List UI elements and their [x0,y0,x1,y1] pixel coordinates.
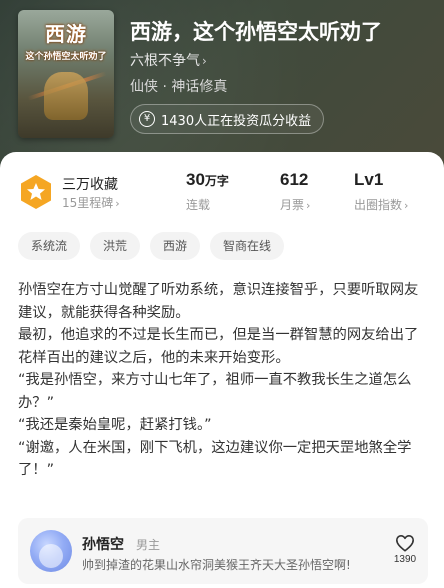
milestone-label: 15里程碑 [62,196,114,210]
tag-item[interactable]: 西游 [150,232,201,260]
monthly-ticket-label: 月票 [280,198,305,212]
avatar [30,530,72,572]
monthly-ticket-stat[interactable]: 612 月票 › [280,170,310,213]
book-title: 西游，这个孙悟空太听劝了 [130,20,382,44]
synopsis-paragraph: “谢邀，人在米国，刚下飞机，这边建议你一定把天罡地煞全学了！” [18,439,412,479]
cover-title: 西游 这个孙悟空太听劝了 [18,18,114,62]
monthly-ticket-value: 612 [280,170,309,189]
tag-item[interactable]: 系统流 [18,232,81,260]
author-link[interactable]: 六根不争气 › [130,50,207,70]
chevron-right-icon: › [115,197,120,210]
milestone-link[interactable]: 15里程碑 › [62,194,120,211]
book-cover[interactable]: 西游 这个孙悟空太听劝了 [18,10,114,138]
influence-level-label: 出圈指数 [354,198,403,212]
word-count-stat: 30万字 连载 [186,170,229,213]
collect-count: 三万收藏 [62,177,118,193]
book-synopsis[interactable]: 孙悟空在方寸山觉醒了听劝系统，意识连接智乎，只要听取网友建议，就能获得各种奖励。… [18,279,428,482]
author-name: 六根不争气 [130,53,200,69]
invest-text: 1430人正在投资瓜分收益 [161,113,312,129]
influence-level-stat[interactable]: Lv1 出圈指数 › [354,170,408,213]
character-role: 男主 [136,538,161,552]
like-count: 1390 [393,554,417,565]
chevron-right-icon: › [404,199,409,212]
influence-level-value: Lv1 [354,170,384,189]
book-detail-sheet: 三万收藏 15里程碑 › 30万字 连载 612 月票 › Lv1 出圈指数 › 系统… [0,152,444,588]
star-hexagon-icon [18,174,54,210]
character-card[interactable]: 孙悟空 男主 帅到掉渣的花果山水帘洞美猴王齐天大圣孙悟空啊! 1390 [18,518,428,584]
cover-title-line1: 西游 [45,22,87,46]
heart-outline-icon [396,534,414,552]
invest-button[interactable]: ¥ 1430人正在投资瓜分收益 [130,104,325,134]
book-genre: 仙侠 · 神话修真 [130,79,228,95]
character-description: 帅到掉渣的花果山水帘洞美猴王齐天大圣孙悟空啊! [82,558,351,572]
synopsis-paragraph: 最初，他追求的不过是长生而已，但是当一群智慧的网友给出了花样百出的建议之后，他的… [18,327,419,366]
synopsis-paragraph: “我是孙悟空，来方寸山七年了，祖师一直不教我长生之道怎么办？” [18,372,412,411]
tag-item[interactable]: 智商在线 [210,232,285,260]
tag-item[interactable]: 洪荒 [90,232,141,260]
word-count-unit: 万字 [204,174,229,188]
stats-row: 三万收藏 15里程碑 › 30万字 连载 612 月票 › Lv1 出圈指数 › [18,170,428,214]
word-count-value: 30 [186,170,205,189]
synopsis-paragraph: 孙悟空在方寸山觉醒了听劝系统，意识连接智乎，只要听取网友建议，就能获得各种奖励。 [18,282,419,321]
like-button[interactable]: 1390 [392,534,418,565]
character-name: 孙悟空 [82,537,124,553]
word-count-label: 连载 [186,198,211,212]
chevron-right-icon: › [202,54,207,68]
tag-list: 系统流 洪荒 西游 智商在线 [18,232,285,260]
yen-circle-icon: ¥ [139,111,155,127]
chevron-right-icon: › [306,199,311,212]
cover-art-figure [44,72,88,120]
cover-title-line2: 这个孙悟空太听劝了 [25,52,107,62]
synopsis-paragraph: “我还是秦始皇呢，赶紧打钱。” [18,417,212,433]
